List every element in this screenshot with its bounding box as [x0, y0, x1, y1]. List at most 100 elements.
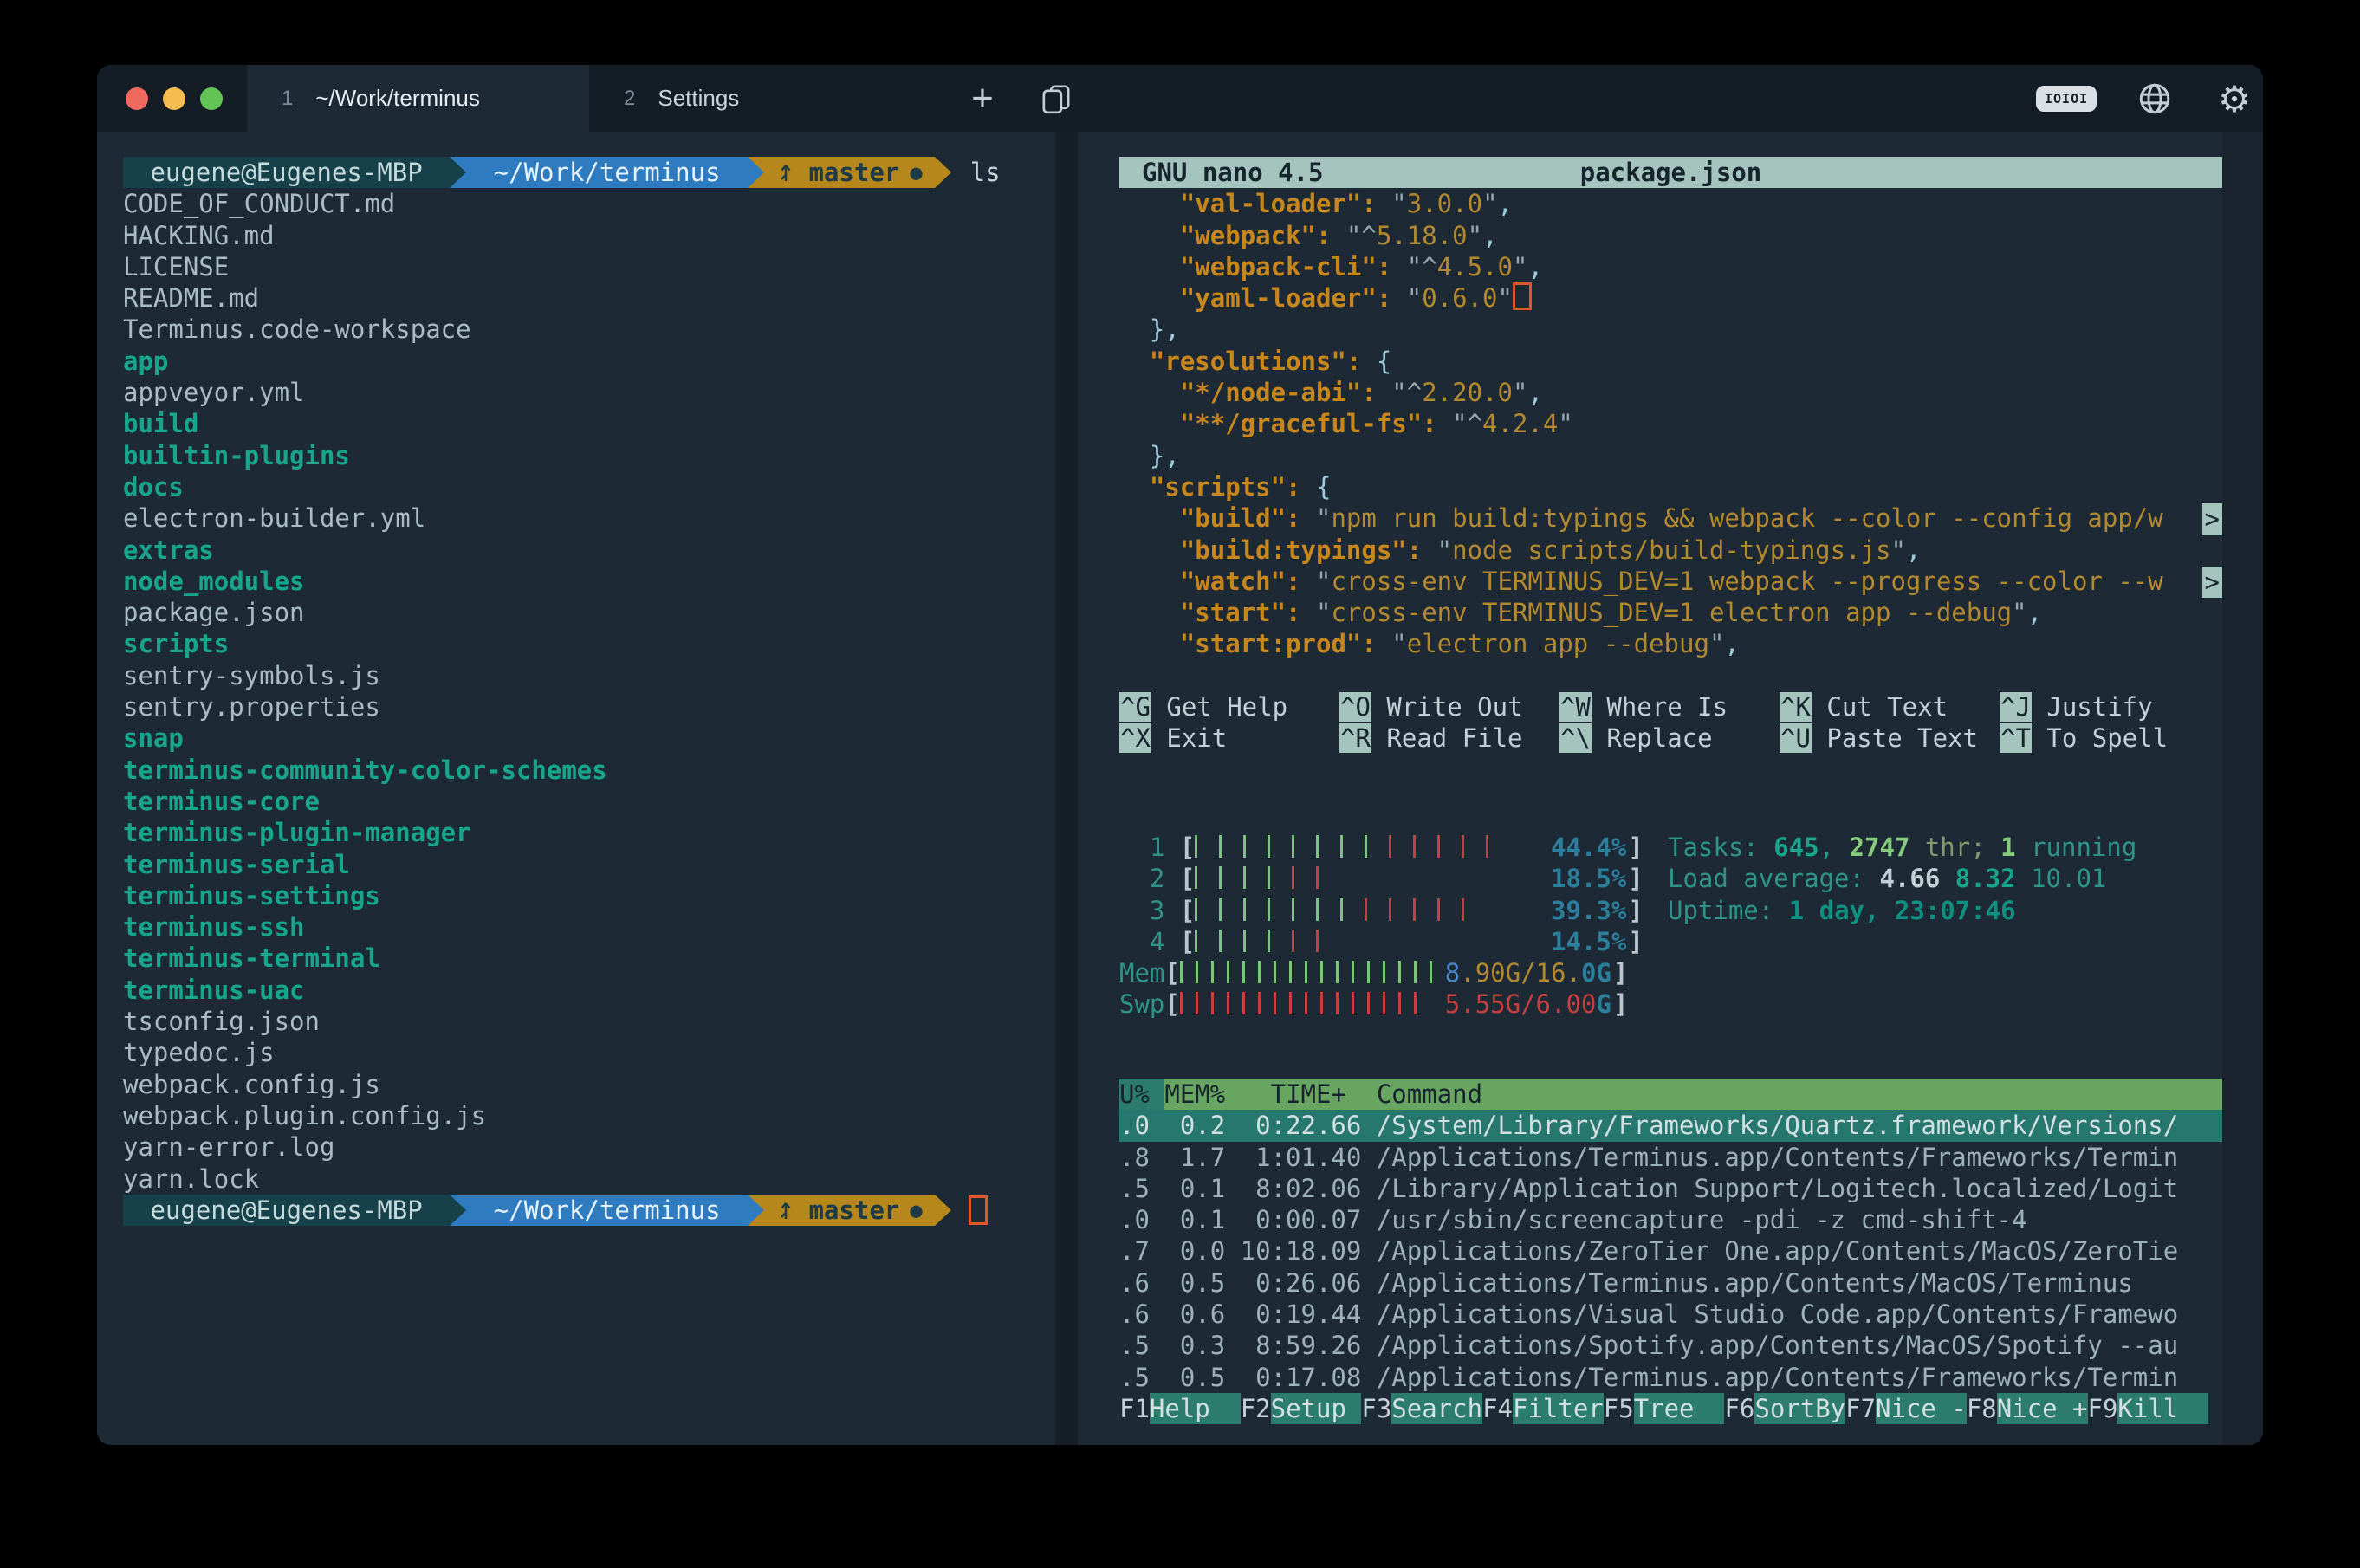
nano-line: "scripts": {	[1119, 471, 2222, 502]
meter-bars: 5.55G/6.00G	[1180, 988, 1613, 1020]
git-branch-icon	[776, 1199, 794, 1221]
close-button[interactable]	[126, 87, 148, 110]
nano-shortcut-justify[interactable]: ^J Justify	[2000, 691, 2220, 722]
fkey-button-help[interactable]: Help	[1150, 1393, 1241, 1424]
nano-line: "resolutions": {	[1119, 346, 2222, 377]
nano-shortcut-cut-text[interactable]: ^K Cut Text	[1780, 691, 2000, 722]
nano-line: "build": "npm run build:typings && webpa…	[1119, 502, 2222, 534]
powerline-arrow-icon	[450, 157, 466, 188]
file-entry: terminus-plugin-manager	[123, 817, 1055, 848]
meter-row: Mem[8.90G/16.0G]	[1119, 957, 2222, 988]
file-entry: electron-builder.yml	[123, 502, 1055, 534]
process-row[interactable]: .6 0.6 0:19.44 /Applications/Visual Stud…	[1119, 1299, 2222, 1330]
file-entry: snap	[123, 722, 1055, 754]
file-entry: docs	[123, 471, 1055, 502]
file-entry: app	[123, 346, 1055, 377]
nano-line: },	[1119, 440, 2222, 471]
process-row[interactable]: .6 0.5 0:26.06 /Applications/Terminus.ap…	[1119, 1267, 2222, 1299]
file-entry: sentry-symbols.js	[123, 660, 1055, 691]
nano-shortcut-exit[interactable]: ^X Exit	[1119, 722, 1339, 754]
shortcut-key: ^\	[1559, 723, 1592, 753]
fkey-button-nice--[interactable]: Nice -	[1876, 1393, 1967, 1424]
nano-line: "start:prod": "electron app --debug",	[1119, 628, 2222, 659]
htop-monitor: 1 [44.4%] 2 [18.5%] 3 [39.3%] 4 [14.5%]M…	[1119, 832, 2222, 1020]
meter-row: Swp[5.55G/6.00G]	[1119, 988, 2222, 1020]
fkey-button-search[interactable]: Search	[1391, 1393, 1482, 1424]
powerline-arrow-icon	[748, 157, 764, 188]
nano-line: "*/node-abi": "^2.20.0",	[1119, 377, 2222, 408]
split-duplicate-icon[interactable]	[1034, 77, 1078, 120]
nano-buffer: "val-loader": "3.0.0", "webpack": "^5.18…	[1119, 188, 2222, 659]
tab-work-terminus[interactable]: 1 ~/Work/terminus	[247, 65, 589, 132]
nano-shortcut-get-help[interactable]: ^G Get Help	[1119, 691, 1339, 722]
new-tab-button[interactable]: +	[956, 65, 1008, 132]
nano-cursor	[1513, 282, 1532, 310]
fkey-button-filter[interactable]: Filter	[1513, 1393, 1604, 1424]
typed-command: ls	[970, 157, 1001, 188]
process-row[interactable]: .0 0.2 0:22.66 /System/Library/Framework…	[1119, 1110, 2222, 1141]
powerline-arrow-icon	[935, 1195, 951, 1226]
meter-label: 1	[1119, 833, 1180, 862]
nano-shortcut-where-is[interactable]: ^W Where Is	[1559, 691, 1780, 722]
fkey-button-nice-+[interactable]: Nice +	[1997, 1393, 2088, 1424]
process-row[interactable]: .5 0.1 8:02.06 /Library/Application Supp…	[1119, 1173, 2222, 1204]
process-row[interactable]: .7 0.0 10:18.09 /Applications/ZeroTier O…	[1119, 1235, 2222, 1267]
file-entry: yarn.lock	[123, 1163, 1055, 1195]
fkey-button-sortby[interactable]: SortBy	[1754, 1393, 1845, 1424]
meter-label: 4	[1119, 927, 1180, 956]
nano-shortcut-to-spell[interactable]: ^T To Spell	[2000, 722, 2220, 754]
nano-shortcut-row: ^X Exit^R Read File^\ Replace^U Paste Te…	[1119, 722, 2222, 754]
fkey-number: F7	[1845, 1393, 1876, 1424]
file-entry: build	[123, 408, 1055, 439]
process-row[interactable]: .0 0.1 0:00.07 /usr/sbin/screencapture -…	[1119, 1204, 2222, 1235]
column-headers[interactable]: MEM% TIME+ Command	[1164, 1079, 2222, 1110]
process-row[interactable]: .5 0.5 0:17.08 /Applications/Terminus.ap…	[1119, 1362, 2222, 1393]
file-entry: terminus-core	[123, 786, 1055, 817]
nano-line: "**/graceful-fs": "^4.2.4"	[1119, 408, 2222, 439]
meter-value: 44.4%	[1551, 832, 1626, 863]
terminal-pane-right[interactable]: package.json GNU nano 4.5 "val-loader": …	[1119, 132, 2222, 1445]
meter-row: 4 [14.5%]	[1119, 926, 2222, 957]
git-branch-icon	[776, 161, 794, 184]
nano-shortcut-read-file[interactable]: ^R Read File	[1339, 722, 1559, 754]
pane-divider[interactable]	[1055, 132, 1078, 1445]
meter-value: 14.5%	[1551, 926, 1626, 957]
shortcut-label: Read File	[1371, 723, 1523, 753]
nano-line: "watch": "cross-env TERMINUS_DEV=1 webpa…	[1119, 566, 2222, 597]
tab-settings[interactable]: 2 Settings	[589, 65, 936, 132]
process-row[interactable]: .5 0.3 8:59.26 /Applications/Spotify.app…	[1119, 1330, 2222, 1361]
globe-icon[interactable]	[2135, 79, 2175, 119]
process-table-header: U% MEM% TIME+ Command	[1119, 1079, 2222, 1110]
fkey-number: F8	[1967, 1393, 1997, 1424]
sort-column-header[interactable]: U%	[1119, 1079, 1164, 1110]
terminal-content: eugene@Eugenes-MBP ~/Work/terminus maste…	[97, 132, 2263, 1445]
meter-bars: 39.3%	[1195, 895, 1628, 926]
fkey-button-setup[interactable]: Setup	[1271, 1393, 1362, 1424]
fkey-button-tree[interactable]: Tree	[1634, 1393, 1725, 1424]
fkey-number: F9	[2088, 1393, 2118, 1424]
file-entry: LICENSE	[123, 251, 1055, 282]
tab-label: ~/Work/terminus	[315, 85, 480, 112]
shortcut-label: Justify	[2032, 692, 2153, 722]
nano-shortcut-write-out[interactable]: ^O Write Out	[1339, 691, 1559, 722]
settings-gear-icon[interactable]: ⚙	[2213, 77, 2256, 120]
serial-port-icon[interactable]: IOIOI	[2036, 86, 2097, 112]
htop-fkey-bar: F1Help F2Setup F3SearchF4FilterF5Tree F6…	[1119, 1393, 2222, 1424]
git-branch-name: master	[794, 1195, 899, 1226]
minimize-button[interactable]	[163, 87, 185, 110]
process-row[interactable]: .8 1.7 1:01.40 /Applications/Terminus.ap…	[1119, 1142, 2222, 1173]
file-entry: terminus-settings	[123, 880, 1055, 911]
file-entry: package.json	[123, 597, 1055, 628]
nano-line: "webpack": "^5.18.0",	[1119, 220, 2222, 251]
scrollbar-gutter[interactable]	[2222, 132, 2263, 1445]
terminal-pane-shell[interactable]: eugene@Eugenes-MBP ~/Work/terminus maste…	[97, 132, 1055, 1445]
fkey-button-kill[interactable]: Kill	[2117, 1393, 2208, 1424]
shortcut-label: Get Help	[1151, 692, 1287, 722]
maximize-button[interactable]	[200, 87, 223, 110]
file-entry: builtin-plugins	[123, 440, 1055, 471]
nano-shortcut-replace[interactable]: ^\ Replace	[1559, 722, 1780, 754]
nano-shortcut-paste-text[interactable]: ^U Paste Text	[1780, 722, 2000, 754]
htop-process-table: U% MEM% TIME+ Command.0 0.2 0:22.66 /Sys…	[1119, 1079, 2222, 1393]
tab-number: 2	[624, 87, 635, 111]
terminus-window: 1 ~/Work/terminus 2 Settings + IOIOI	[97, 65, 2263, 1445]
